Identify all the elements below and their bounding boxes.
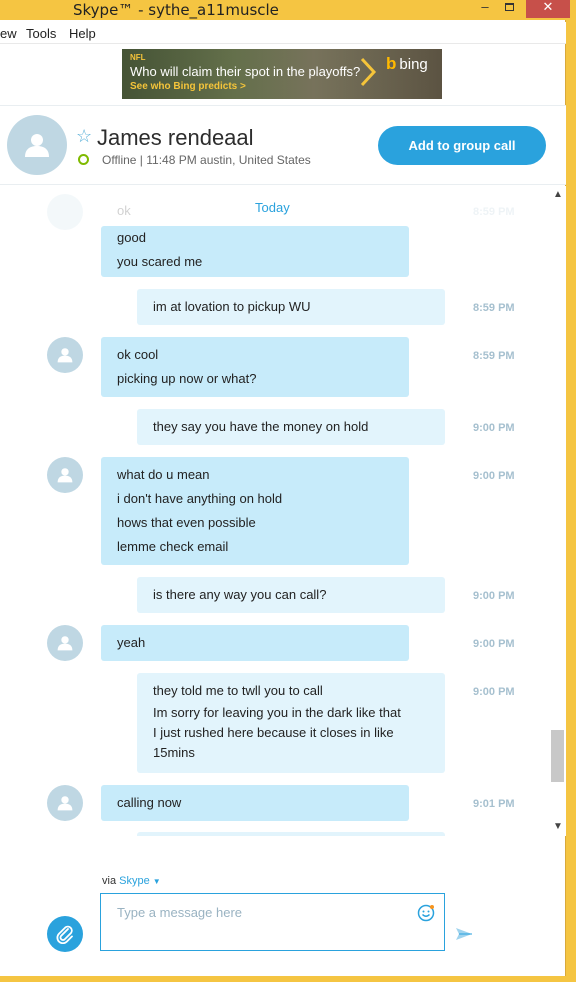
message-bubble-incoming[interactable]: calling now	[101, 785, 409, 821]
contact-name: James rendeaal	[97, 125, 254, 150]
contact-status: Offline | 11:48 PM austin, United States	[102, 153, 311, 167]
message-time: 9:00 PM	[473, 470, 515, 482]
maximize-icon	[504, 3, 514, 11]
message-bubble-outgoing[interactable]: they say you have the money on hold	[137, 409, 445, 445]
person-icon	[57, 468, 73, 483]
message-bubble-outgoing[interactable]: they told me to twll you to call Im sorr…	[137, 673, 445, 773]
menu-bar: ew Tools Help	[0, 22, 566, 44]
message-line: picking up now or what?	[117, 371, 257, 386]
message-time: 9:01 PM	[473, 798, 515, 810]
attach-button[interactable]	[47, 916, 83, 952]
paperclip-icon	[56, 925, 73, 944]
faded-time: 8:59 PM	[473, 206, 515, 218]
menu-view[interactable]: ew	[0, 26, 17, 41]
window-border-right	[566, 20, 576, 976]
message-line: they told me to twll you to call	[153, 683, 323, 698]
title-bar: Skype™ - sythe_a11muscle – ✕	[0, 0, 576, 20]
via-selector[interactable]: via Skype ▼	[102, 875, 161, 887]
presence-offline-icon	[78, 154, 89, 165]
advertisement-banner[interactable]: NFL Who will claim their spot in the pla…	[122, 49, 442, 99]
chevron-down-icon[interactable]: ▼	[153, 877, 161, 886]
message-bubble-incoming[interactable]: good you scared me	[101, 226, 409, 277]
ad-link[interactable]: See who Bing predicts >	[130, 81, 246, 92]
scroll-down-icon[interactable]: ▼	[553, 822, 563, 832]
ad-headline: Who will claim their spot in the playoff…	[130, 64, 361, 79]
send-icon[interactable]	[455, 926, 473, 942]
message-bubble-incoming[interactable]: ok cool picking up now or what?	[101, 337, 409, 397]
ad-tag: NFL	[130, 53, 146, 62]
close-button[interactable]: ✕	[526, 0, 570, 18]
message-line: i don't have anything on hold	[117, 491, 283, 506]
message-line: is there any way you can call?	[153, 587, 327, 602]
date-separator: Today	[255, 200, 290, 215]
contact-header: ☆ James rendeaal Offline | 11:48 PM aust…	[0, 105, 566, 185]
conversation-scrollbar[interactable]: ▲ ▼	[550, 186, 566, 836]
scroll-up-icon[interactable]: ▲	[553, 190, 563, 200]
add-to-group-call-button[interactable]: Add to group call	[378, 126, 546, 165]
window-border-bottom	[0, 976, 576, 982]
minimize-button[interactable]: –	[476, 0, 494, 18]
message-time: 9:00 PM	[473, 638, 515, 650]
faded-message: ok	[117, 203, 131, 218]
message-line: good	[117, 230, 146, 245]
message-line: they say you have the money on hold	[153, 419, 369, 434]
message-time: 9:00 PM	[473, 422, 515, 434]
menu-tools[interactable]: Tools	[26, 26, 56, 41]
contact-avatar-small[interactable]	[47, 625, 83, 661]
message-line: ok cool	[117, 347, 159, 362]
message-bubble-outgoing[interactable]: im at lovation to pickup WU	[137, 289, 445, 325]
person-icon	[57, 348, 73, 363]
via-label: via	[102, 875, 117, 887]
message-line: hows that even possible	[117, 515, 256, 530]
message-bubble-outgoing[interactable]: is there any way you can call?	[137, 577, 445, 613]
message-line: what do u mean	[117, 467, 210, 482]
message-bubble-outgoing-partial[interactable]	[137, 832, 445, 836]
message-line: yeah	[117, 635, 146, 650]
message-bubble-incoming[interactable]: what do u mean i don't have anything on …	[101, 457, 409, 565]
window-title: Skype™ - sythe_a11muscle	[73, 1, 279, 19]
faded-avatar	[47, 194, 83, 230]
via-service[interactable]: Skype	[119, 875, 150, 887]
person-icon	[25, 134, 49, 157]
person-icon	[57, 636, 73, 651]
message-time: 9:00 PM	[473, 686, 515, 698]
contact-avatar[interactable]	[7, 115, 67, 175]
message-input[interactable]	[101, 894, 411, 930]
message-time: 8:59 PM	[473, 350, 515, 362]
conversation-pane: ok 8:59 PM Today good you scared me im a…	[0, 186, 550, 836]
bing-wordmark: bing	[399, 56, 428, 73]
message-compose-box[interactable]	[100, 893, 445, 951]
maximize-button[interactable]	[500, 0, 518, 18]
person-icon	[57, 796, 73, 811]
message-line: I just rushed here because it closes in …	[153, 725, 394, 740]
message-bubble-incoming[interactable]: yeah	[101, 625, 409, 661]
message-time: 9:00 PM	[473, 590, 515, 602]
menu-help[interactable]: Help	[69, 26, 96, 41]
bing-logo: b bing	[386, 54, 428, 74]
contact-avatar-small[interactable]	[47, 457, 83, 493]
ad-chevron-icon	[360, 57, 377, 87]
scroll-thumb[interactable]	[551, 730, 564, 782]
message-line: calling now	[117, 795, 182, 810]
message-line: im at lovation to pickup WU	[153, 299, 311, 314]
message-line: you scared me	[117, 254, 203, 269]
emoticon-icon[interactable]	[417, 904, 435, 922]
message-line: 15mins	[153, 745, 195, 760]
message-line: lemme check email	[117, 539, 229, 554]
message-line: Im sorry for leaving you in the dark lik…	[153, 705, 401, 720]
favorite-star-icon[interactable]: ☆	[76, 126, 92, 146]
message-time: 8:59 PM	[473, 302, 515, 314]
contact-avatar-small[interactable]	[47, 785, 83, 821]
contact-avatar-small[interactable]	[47, 337, 83, 373]
bing-b-icon: b	[386, 54, 397, 73]
